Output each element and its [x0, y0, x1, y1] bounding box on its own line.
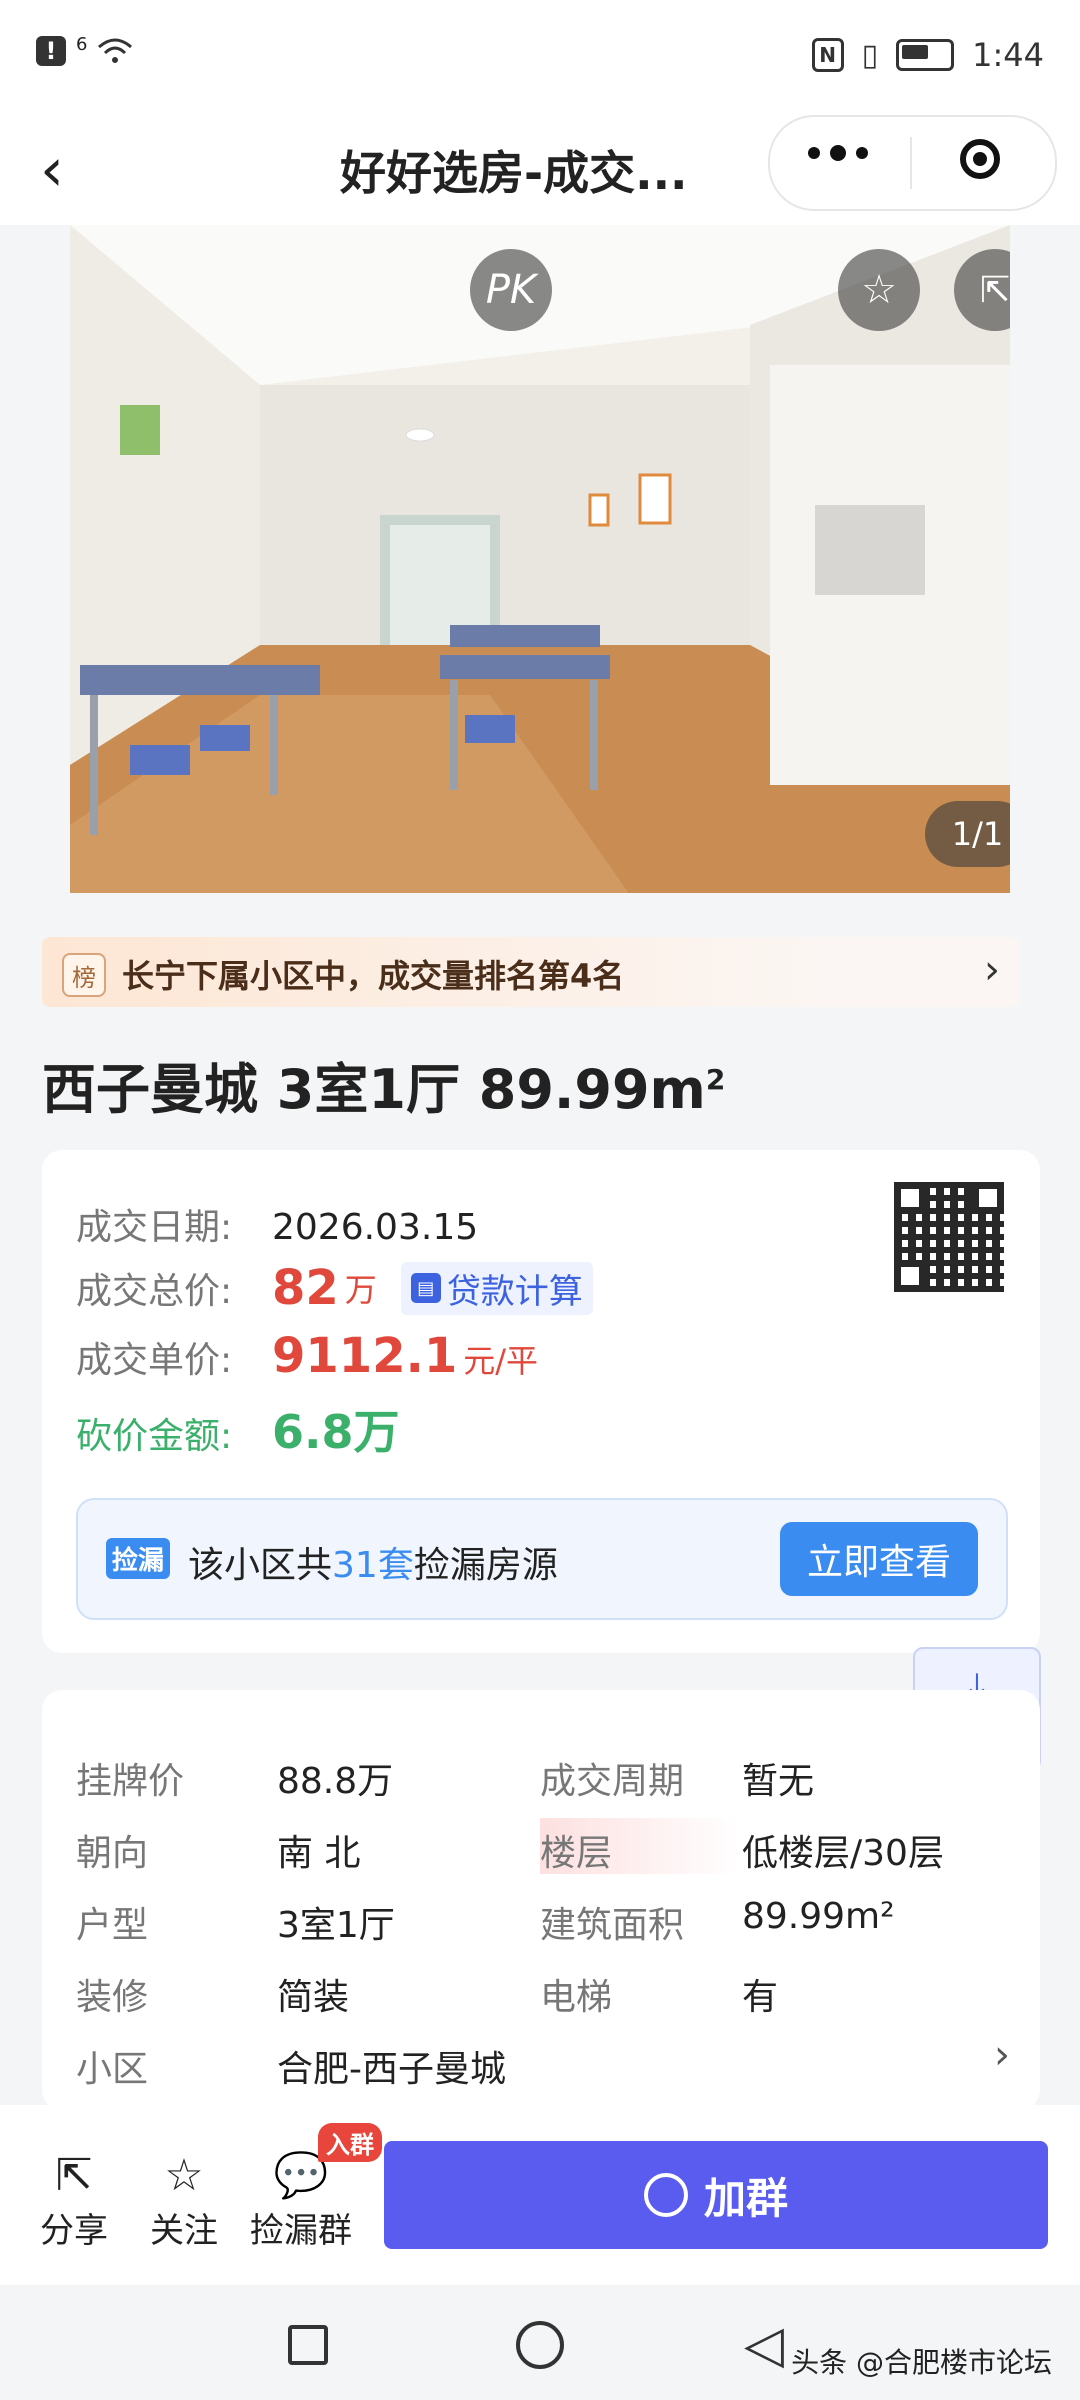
join-group-label: 加群 — [703, 2173, 788, 2223]
qr-corner — [894, 1182, 926, 1214]
calculator-icon: ▤ — [410, 1273, 441, 1303]
cycle-label: 成交周期 — [540, 1761, 685, 1802]
layout-label: 户型 — [76, 1905, 149, 1946]
deal-unit-label: 成交单价: — [76, 1340, 233, 1381]
leak-count: 31套 — [332, 1545, 414, 1586]
elevator-label: 电梯 — [540, 1977, 613, 2018]
house-title-text: 西子曼城 3室1厅 89.99m — [42, 1058, 706, 1121]
deal-date-value: 2026.03.15 — [272, 1207, 479, 1248]
star-icon[interactable]: ☆ — [838, 249, 920, 331]
share-icon: ⇱ — [55, 2150, 93, 2201]
status-bar: ! 6 N ▯ 1:44 — [0, 0, 1080, 115]
area-value: 89.99m² — [742, 1896, 895, 1937]
area-label: 建筑面积 — [540, 1905, 685, 1946]
follow-label: 关注 — [150, 2211, 218, 2251]
signal-label: 6 — [76, 33, 88, 55]
floor-label: 楼层 — [540, 1833, 613, 1874]
elevator-value: 有 — [742, 1977, 779, 2018]
leak-tag: 捡漏 — [106, 1538, 171, 1579]
deal-total-row: 成交总价: 82 万 ▤ 贷款计算 — [76, 1260, 593, 1316]
deal-total-value: 82 — [272, 1260, 339, 1316]
chevron-right-icon: › — [994, 2032, 1010, 2078]
capsule-divider — [910, 137, 912, 189]
photo-counter: 1/1 — [925, 801, 1010, 867]
chevron-right-icon: › — [984, 947, 1000, 993]
deal-total-unit: 万 — [344, 1271, 377, 1309]
decor-label: 装修 — [76, 1977, 149, 2018]
info-card: 挂牌价 88.8万 成交周期 暂无 朝向 南 北 楼层 低楼层/30层 户型 3… — [42, 1690, 1040, 2110]
deal-card: 成交日期: 2026.03.15 成交总价: 82 万 ▤ 贷款计算 成交单价: … — [42, 1150, 1040, 1653]
site-watermark: 头条 @合肥楼市论坛 — [791, 2346, 1052, 2379]
layout-value: 3室1厅 — [277, 1905, 395, 1946]
leak-box: 捡漏 该小区共31套捡漏房源 立即查看 — [76, 1498, 1008, 1620]
alert-icon: ! — [36, 36, 66, 66]
follow-action[interactable]: ☆ 关注 — [150, 2149, 218, 2252]
deal-unit-row: 成交单价: 9112.1 元/平 — [76, 1328, 538, 1384]
loan-calc-button[interactable]: ▤ 贷款计算 — [400, 1261, 593, 1315]
list-price-value: 88.8万 — [277, 1761, 394, 1802]
join-badge: 入群 — [318, 2123, 382, 2162]
battery-icon — [896, 39, 955, 71]
house-photo[interactable]: PK ☆ ⇱ 1/1 — [70, 225, 1010, 895]
leak-group-action[interactable]: 💬 捡漏群 — [250, 2149, 352, 2252]
rank-text: 长宁下属小区中，成交量排名第4名 — [122, 957, 625, 995]
pk-button[interactable]: PK — [470, 249, 552, 331]
community-label: 小区 — [76, 2049, 149, 2090]
qr-code[interactable] — [894, 1182, 1004, 1292]
orient-label: 朝向 — [76, 1833, 149, 1874]
area-superscript: 2 — [705, 1063, 726, 1096]
community-row[interactable]: 小区 合肥-西子曼城 › — [42, 2030, 1040, 2100]
cut-row: 砍价金额: 6.8万 — [76, 1396, 400, 1462]
qr-corner — [972, 1182, 1004, 1214]
deal-unit-value: 9112.1 — [272, 1328, 458, 1384]
rank-badge: 榜 — [62, 953, 106, 997]
cycle-value: 暂无 — [742, 1761, 815, 1802]
back-arrow-icon[interactable]: ‹ — [40, 135, 100, 205]
qr-corner — [894, 1260, 926, 1292]
page-title: 好好选房-成交... — [340, 146, 688, 200]
star-outline-icon: ☆ — [164, 2150, 204, 2201]
leak-text: 该小区共31套捡漏房源 — [188, 1536, 558, 1588]
more-menu-icon[interactable] — [808, 145, 868, 161]
community-value: 合肥-西子曼城 — [277, 2049, 506, 2090]
chat-bubble-icon — [643, 2173, 688, 2217]
floor-value: 低楼层/30层 — [742, 1833, 944, 1874]
nfc-icon: N — [811, 38, 844, 72]
share-action[interactable]: ⇱ 分享 — [40, 2149, 108, 2252]
cut-label: 砍价金额: — [76, 1416, 233, 1457]
status-right: N ▯ 1:44 — [811, 36, 1044, 74]
join-group-button[interactable]: 加群 — [384, 2141, 1048, 2249]
mini-program-capsule — [768, 115, 1057, 211]
rank-banner[interactable]: 榜 长宁下属小区中，成交量排名第4名 › — [42, 937, 1020, 1007]
system-nav-bar: ◁ 头条 @合肥楼市论坛 — [0, 2285, 1080, 2400]
orient-value: 南 北 — [277, 1833, 361, 1874]
deal-total-label: 成交总价: — [76, 1271, 233, 1312]
clock: 1:44 — [972, 36, 1044, 74]
bottom-action-bar: ⇱ 分享 ☆ 关注 💬 捡漏群 入群 加群 — [0, 2105, 1080, 2285]
close-target-icon[interactable] — [960, 139, 1000, 179]
status-left: ! 6 — [36, 33, 133, 66]
house-title: 西子曼城 3室1厅 89.99m2 — [42, 1045, 725, 1124]
loan-calc-label: 贷款计算 — [446, 1271, 583, 1312]
share-label: 分享 — [40, 2211, 108, 2251]
deal-date-row: 成交日期: 2026.03.15 — [76, 1198, 478, 1250]
deal-unit-unit: 元/平 — [463, 1342, 539, 1380]
home-circle-icon[interactable] — [516, 2321, 564, 2369]
leak-group-label: 捡漏群 — [250, 2211, 352, 2251]
leak-suffix: 捡漏房源 — [413, 1545, 558, 1586]
list-price-label: 挂牌价 — [76, 1761, 185, 1802]
cut-value: 6.8万 — [272, 1405, 400, 1459]
back-triangle-icon[interactable]: ◁ — [744, 2315, 784, 2375]
vibrate-icon: ▯ — [861, 37, 879, 73]
deal-date-label: 成交日期: — [76, 1207, 233, 1248]
recents-square-icon[interactable] — [288, 2325, 328, 2365]
view-now-button[interactable]: 立即查看 — [780, 1522, 978, 1596]
leak-prefix: 该小区共 — [188, 1545, 333, 1586]
nav-bar: ‹ 好好选房-成交... — [0, 115, 1080, 225]
wifi-icon — [98, 38, 133, 63]
decor-value: 简装 — [277, 1977, 350, 2018]
